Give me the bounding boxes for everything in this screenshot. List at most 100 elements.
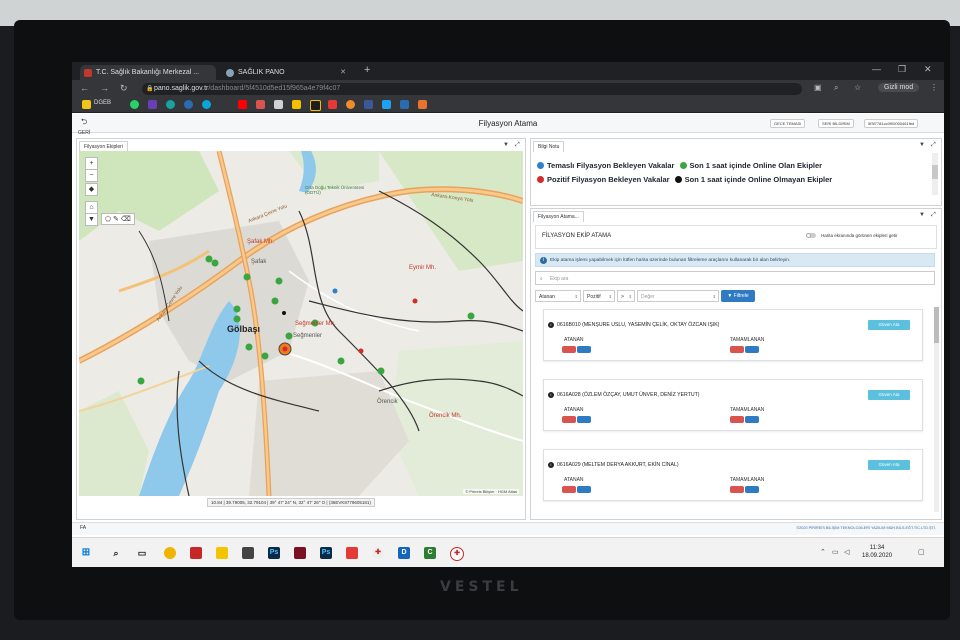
search-icon[interactable]: ⌕ xyxy=(110,547,122,559)
legend-text: Pozitif Filyasyon Bekleyen Vakalar xyxy=(547,175,670,184)
assign-button[interactable]: Güven Ata xyxy=(868,320,910,330)
team-id: i 0616B010 (MENŞURE USLU, YASEMİN ÇELİK, … xyxy=(548,322,719,328)
bookmark-label[interactable]: DGEB xyxy=(94,100,111,106)
bookmark-icon[interactable] xyxy=(418,100,427,109)
polygon-draw-icon[interactable]: ⬠ xyxy=(105,216,111,223)
team-card[interactable]: i 0616A028 (ÖZLEM ÖZÇAY, UMUT ÜNVER, DENİ… xyxy=(543,379,923,431)
map-attribution: © Pirireis Bilişim · HGM Atlas xyxy=(463,489,519,494)
legend-row-2: Pozitif Filyasyon Bekleyen Vakalar Son 1… xyxy=(537,175,832,184)
team-search-input[interactable]: ⌕ Ekip ara xyxy=(535,271,935,285)
filter-icon[interactable]: ▼ xyxy=(919,212,925,218)
youtube-bookmark-icon[interactable] xyxy=(238,100,247,109)
coordinate-readout: 10.84 | 39.79005, 32.79104 | 39° 47' 24'… xyxy=(207,498,375,507)
zoom-out-icon[interactable]: − xyxy=(85,169,98,182)
forward-icon[interactable]: → xyxy=(100,83,109,93)
filter-button[interactable]: ▼ Filtrele xyxy=(721,290,755,302)
delete-draw-icon[interactable]: ⌫ xyxy=(121,216,131,223)
bookmark-icon[interactable] xyxy=(184,100,193,109)
folder-icon[interactable] xyxy=(216,547,228,559)
star-icon[interactable]: ☆ xyxy=(854,83,861,92)
filter-icon[interactable]: ▼ xyxy=(503,142,509,148)
night-theme-button[interactable]: GECE TEMASI xyxy=(770,119,806,128)
extension-icon[interactable]: ▣ xyxy=(814,83,822,92)
page-title: Filyasyon Atama xyxy=(478,119,538,128)
bookmark-icon[interactable] xyxy=(148,100,157,109)
bookmark-icon[interactable] xyxy=(166,100,175,109)
browser-tab-1[interactable]: T.C. Sağlık Bakanlığı Merkezal ... xyxy=(80,65,216,80)
menu-icon[interactable]: ⋮ xyxy=(930,83,938,92)
app-icon[interactable]: ✚ xyxy=(372,547,384,559)
bookmark-folder-icon[interactable] xyxy=(82,100,91,109)
photoshop-icon[interactable]: Ps xyxy=(320,547,332,559)
type-select[interactable]: Pozitif ⇕ xyxy=(583,290,615,302)
assign-button[interactable]: Güven Ata xyxy=(868,460,910,470)
bookmark-icon[interactable] xyxy=(346,100,355,109)
incognito-profile-button[interactable]: Gizli mod xyxy=(878,83,920,92)
expand-icon[interactable]: ⤢ xyxy=(515,142,520,149)
mail-bookmark-icon[interactable] xyxy=(256,100,265,109)
team-id: i 0616A029 (MELTEM DERYA AKKURT, EKİN CİN… xyxy=(548,462,679,468)
tray-chevron-icon[interactable]: ⌃ xyxy=(820,548,826,556)
locate-icon[interactable]: ◆ xyxy=(85,183,98,196)
app-icon[interactable] xyxy=(346,547,358,559)
volume-icon[interactable]: ◁ xyxy=(844,548,849,556)
team-card[interactable]: i 0616A029 (MELTEM DERYA AKKURT, EKİN CİN… xyxy=(543,449,923,501)
draw-tools[interactable]: ⬠ ✎ ⌫ xyxy=(101,213,135,225)
notifications-icon[interactable]: ▢ xyxy=(918,548,925,556)
search-icon[interactable]: ⌕ xyxy=(834,83,838,93)
app-icon[interactable] xyxy=(190,547,202,559)
facebook-bookmark-icon[interactable] xyxy=(364,100,373,109)
bookmark-icon[interactable] xyxy=(202,100,211,109)
bookmark-icon[interactable] xyxy=(274,100,283,109)
browser-tab-2[interactable]: SAĞLIK PANO ✕ xyxy=(222,65,352,80)
map-label-eymir: Eymir Mh. xyxy=(409,265,436,271)
app-icon[interactable]: D xyxy=(398,547,410,559)
maximize-icon[interactable]: ❐ xyxy=(898,64,906,75)
expand-icon[interactable]: ⤢ xyxy=(931,212,936,219)
network-icon[interactable]: ▭ xyxy=(832,548,839,556)
scrollbar[interactable] xyxy=(932,153,938,195)
team-assignment-panel: Filyasyon Atama... ▼ ⤢ FİLYASYON EKİP AT… xyxy=(530,208,942,520)
photoshop-icon[interactable]: Ps xyxy=(268,547,280,559)
windows-start-icon[interactable]: ⊞ xyxy=(80,547,92,559)
map-canvas[interactable]: Gölbaşı Şafak Mh. Şafak Eymir Mh. Seğmen… xyxy=(79,151,523,496)
team-card[interactable]: i 0616B010 (MENŞURE USLU, YASEMİN ÇELİK, … xyxy=(543,309,923,361)
value-input[interactable]: Değer ⇕ xyxy=(637,290,719,302)
operator-select[interactable]: > ⇕ xyxy=(617,290,635,302)
bookmark-icon[interactable] xyxy=(400,100,409,109)
address-bar[interactable]: 🔒 pano.saglik.gov.tr/dashboard/5f4510d5e… xyxy=(142,83,802,95)
tab-bilgi-notu[interactable]: Bilgi Notu xyxy=(533,141,565,152)
bookmark-icon[interactable] xyxy=(292,100,301,109)
filter-map-icon[interactable]: ▼ xyxy=(85,213,98,226)
serial-notification-button[interactable]: SERİ BİLDİRİM xyxy=(818,119,854,128)
assign-button[interactable]: Güven Ata xyxy=(868,390,910,400)
chrome-icon[interactable] xyxy=(164,547,176,559)
filter-icon[interactable]: ▼ xyxy=(919,142,925,148)
user-id-button[interactable]: 5f3f7781cc0f00000461fbd xyxy=(864,119,919,128)
minimize-icon[interactable]: — xyxy=(872,64,881,74)
expand-icon[interactable]: ⤢ xyxy=(931,142,936,149)
edit-draw-icon[interactable]: ✎ xyxy=(113,216,119,223)
monitor-brand: VESTEL xyxy=(440,579,523,595)
new-tab-button[interactable]: + xyxy=(364,64,370,76)
status-select[interactable]: Atanan ⇕ xyxy=(535,290,581,302)
close-tab-icon[interactable]: ✕ xyxy=(340,65,346,80)
system-clock[interactable]: 11:34 18.09.2020 xyxy=(862,544,892,560)
calculator-icon[interactable] xyxy=(242,547,254,559)
reload-icon[interactable]: ↻ xyxy=(120,83,128,94)
bookmark-icon[interactable] xyxy=(310,100,321,111)
tab-favicon xyxy=(84,69,92,77)
app-icon[interactable]: ✚ xyxy=(450,547,464,561)
scrollbar[interactable] xyxy=(934,307,939,512)
tab-filyasyon-atama[interactable]: Filyasyon Atama... xyxy=(533,211,584,222)
task-view-icon[interactable]: ▭ xyxy=(136,547,148,559)
app-icon[interactable] xyxy=(294,547,306,559)
back-icon[interactable]: ← xyxy=(80,83,89,93)
whatsapp-bookmark-icon[interactable] xyxy=(130,100,139,109)
twitter-bookmark-icon[interactable] xyxy=(382,100,391,109)
section-title: FİLYASYON EKİP ATAMA xyxy=(542,233,612,239)
app-icon[interactable]: C xyxy=(424,547,436,559)
bookmark-icon[interactable] xyxy=(328,100,337,109)
close-window-icon[interactable]: ✕ xyxy=(924,64,932,75)
visible-teams-toggle[interactable] xyxy=(806,233,816,238)
